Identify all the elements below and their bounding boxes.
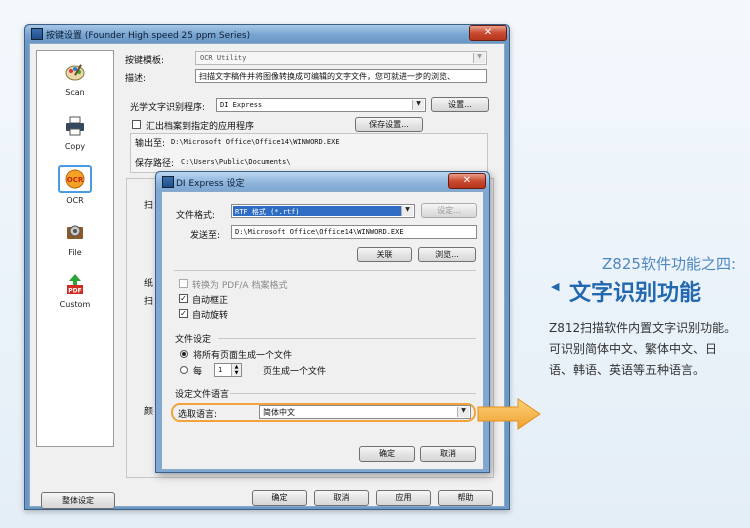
dialog-client-area: 文件格式: RTF 格式 (*.rtf) ▼ 设定... 发送至: D:\Mic… bbox=[161, 191, 484, 470]
info-body: Z812扫描软件内置文字识别功能。可识别简体中文、繁体中文、日语、韩语、英语等五… bbox=[549, 321, 737, 377]
format-settings-button[interactable]: 设定... bbox=[421, 203, 477, 218]
send-to-value: D:\Microsoft Office\Office14\WINWORD.EXE bbox=[235, 228, 404, 236]
desc-label: 描述: bbox=[125, 74, 147, 84]
template-value: OCR Utility bbox=[200, 54, 247, 62]
pages-stepper-value: 1 bbox=[218, 366, 223, 374]
convert-pdfa-label: 转换为 PDF/A 档案格式 bbox=[192, 281, 288, 291]
chevron-down-icon: ▼ bbox=[401, 206, 413, 216]
language-title: 设定文件语言 bbox=[175, 390, 230, 400]
convert-pdfa-checkbox[interactable] bbox=[179, 279, 188, 288]
file-format-label: 文件格式: bbox=[176, 211, 216, 221]
pages-stepper[interactable]: 1 ▲ ▼ bbox=[214, 363, 242, 377]
info-subtitle: Z825软件功能之四: bbox=[602, 255, 736, 273]
sidebar-item-label: Scan bbox=[65, 88, 85, 97]
desc-field[interactable]: 扫描文字稿件并将图像转换成可编辑的文字文件，您可就进一步的浏览、 bbox=[195, 69, 487, 83]
sidebar-item-label: File bbox=[68, 248, 82, 257]
all-pages-label: 将所有页面生成一个文件 bbox=[193, 351, 293, 361]
whole-settings-button[interactable]: 整体设定 bbox=[41, 492, 115, 509]
stepper-arrows-icon[interactable]: ▲ ▼ bbox=[231, 364, 241, 376]
dialog-close-button[interactable]: ✕ bbox=[448, 173, 486, 189]
main-close-button[interactable]: ✕ bbox=[469, 25, 507, 41]
file-format-value: RTF 格式 (*.rtf) bbox=[235, 208, 300, 216]
scanner-palette-icon bbox=[65, 64, 85, 81]
sidebar-item-custom[interactable]: PDF Custom bbox=[45, 273, 105, 309]
template-select[interactable]: OCR Utility ▼ bbox=[195, 51, 487, 65]
link-button[interactable]: 关联 bbox=[357, 247, 412, 262]
collect-label: 汇出档案到指定的应用程序 bbox=[146, 122, 255, 132]
every-label: 每 bbox=[193, 367, 203, 377]
dialog-title: DI Express 设定 bbox=[176, 179, 245, 189]
divider bbox=[218, 338, 476, 339]
ocr-program-value: DI Express bbox=[220, 101, 263, 109]
chevron-down-icon: ▼ bbox=[412, 100, 424, 110]
app-icon bbox=[31, 28, 43, 40]
collect-checkbox[interactable] bbox=[132, 120, 141, 129]
template-label: 按键模板: bbox=[125, 56, 165, 66]
di-express-dialog: DI Express 设定 ✕ 文件格式: RTF 格式 (*.rtf) ▼ 设… bbox=[155, 171, 490, 473]
all-pages-radio[interactable] bbox=[180, 350, 188, 358]
select-language-label: 选取语言: bbox=[178, 410, 218, 420]
ocr-program-select[interactable]: DI Express ▼ bbox=[216, 98, 426, 112]
dialog-ok-button[interactable]: 确定 bbox=[359, 446, 415, 462]
ocr-selected-frame: OCR bbox=[58, 165, 92, 193]
svg-text:OCR: OCR bbox=[67, 176, 84, 184]
send-to-label: 发送至: bbox=[190, 231, 221, 241]
paper-partial-label: 纸 bbox=[144, 279, 154, 289]
sidebar-item-ocr[interactable]: OCR OCR bbox=[45, 165, 105, 205]
auto-rotate-checkbox[interactable]: ✓ bbox=[179, 309, 188, 318]
auto-deskew-checkbox[interactable]: ✓ bbox=[179, 294, 188, 303]
sidebar-item-file[interactable]: File bbox=[45, 221, 105, 257]
language-value: 简体中文 bbox=[263, 408, 295, 417]
every-pages-radio[interactable] bbox=[180, 366, 188, 374]
save-path-label: 保存路径: bbox=[135, 159, 175, 169]
main-title-bar[interactable]: 按键设置 (Founder High speed 25 ppm Series) … bbox=[25, 25, 509, 42]
desc-value: 扫描文字稿件并将图像转换成可编辑的文字文件，您可就进一步的浏览、 bbox=[199, 72, 455, 81]
output-value: D:\Microsoft Office\Office14\WINWORD.EXE bbox=[171, 138, 340, 146]
sidebar-item-label: Custom bbox=[59, 300, 91, 309]
printer-icon bbox=[66, 116, 84, 136]
dialog-app-icon bbox=[162, 176, 174, 188]
file-settings-title: 文件设定 bbox=[175, 335, 212, 345]
sidebar-item-label: Copy bbox=[64, 142, 86, 151]
sidebar-item-label: OCR bbox=[66, 196, 84, 205]
info-title: 文字识别功能 bbox=[569, 281, 702, 306]
file-gear-icon bbox=[67, 225, 83, 239]
chevron-down-icon: ▼ bbox=[473, 53, 485, 63]
main-apply-button[interactable]: 应用 bbox=[376, 490, 431, 506]
sidebar-item-copy[interactable]: Copy bbox=[45, 115, 105, 151]
save-settings-button[interactable]: 保存设置... bbox=[355, 117, 423, 132]
scan2-partial-label: 扫 bbox=[144, 297, 154, 307]
send-to-field[interactable]: D:\Microsoft Office\Office14\WINWORD.EXE bbox=[231, 225, 477, 239]
divider bbox=[230, 393, 476, 394]
ocr-program-label: 光学文字识别程序: bbox=[130, 103, 206, 113]
main-window-title: 按键设置 (Founder High speed 25 ppm Series) bbox=[46, 31, 251, 41]
auto-rotate-label: 自动旋转 bbox=[192, 311, 229, 321]
triangle-left-icon: ◀ bbox=[551, 280, 560, 293]
pdf-icon: PDF bbox=[67, 274, 83, 295]
arrow-right-icon bbox=[477, 398, 541, 430]
pages-one-file-label: 页生成一个文件 bbox=[263, 367, 327, 377]
dialog-cancel-button[interactable]: 取消 bbox=[420, 446, 476, 462]
browse-button[interactable]: 浏览... bbox=[418, 247, 476, 262]
output-group: 输出至: D:\Microsoft Office\Office14\WINWOR… bbox=[130, 133, 488, 173]
color-partial-label: 颜 bbox=[144, 407, 154, 417]
scan-partial-label: 扫 bbox=[144, 201, 154, 211]
output-label: 输出至: bbox=[135, 139, 166, 149]
file-format-select[interactable]: RTF 格式 (*.rtf) ▼ bbox=[231, 204, 415, 218]
auto-deskew-label: 自动框正 bbox=[192, 296, 229, 306]
language-select[interactable]: 简体中文 ▼ bbox=[259, 405, 471, 419]
svg-text:PDF: PDF bbox=[68, 288, 81, 295]
ocr-icon: OCR bbox=[65, 169, 85, 189]
save-path-value: C:\Users\Public\Documents\ bbox=[181, 158, 291, 166]
sidebar-item-scan[interactable]: Scan bbox=[45, 61, 105, 97]
button-sidebar: Scan Copy OCR OCR File PDF Custom bbox=[36, 50, 114, 447]
main-help-button[interactable]: 帮助 bbox=[438, 490, 493, 506]
ocr-settings-button[interactable]: 设置... bbox=[431, 97, 489, 112]
dialog-title-bar[interactable]: DI Express 设定 ✕ bbox=[156, 172, 489, 190]
main-ok-button[interactable]: 确定 bbox=[252, 490, 307, 506]
main-cancel-button[interactable]: 取消 bbox=[314, 490, 369, 506]
divider bbox=[174, 270, 476, 271]
chevron-down-icon: ▼ bbox=[457, 407, 469, 417]
